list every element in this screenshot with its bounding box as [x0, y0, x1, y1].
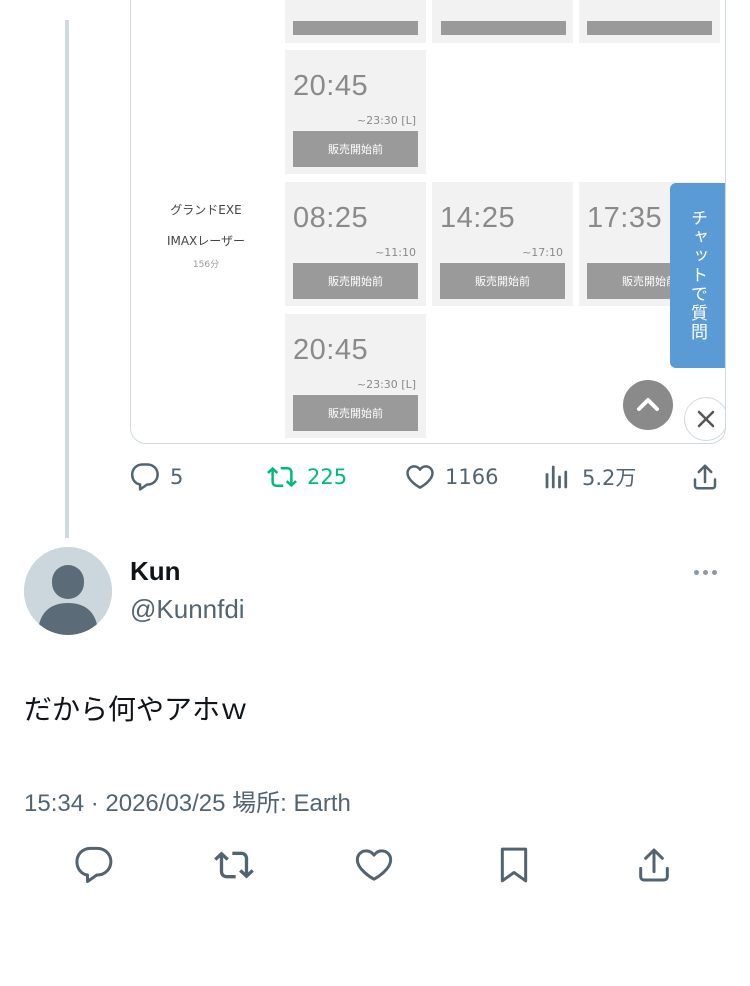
tweet-action-bar: 5 225 1166 5.2万: [130, 462, 724, 494]
views-button[interactable]: 5.2万: [542, 462, 636, 492]
user-handle[interactable]: @Kunnfdi: [130, 594, 245, 625]
share-button[interactable]: [690, 462, 720, 492]
showtime-end: ~11:10: [375, 246, 416, 259]
reply-button[interactable]: 5: [130, 462, 183, 492]
hall-duration: 156分: [192, 260, 220, 270]
views-chart-icon: [545, 465, 568, 489]
avatar[interactable]: [24, 547, 112, 635]
showtime-end: ~23:30 [L]: [356, 378, 416, 391]
sale-status-button[interactable]: 販売開始前: [293, 131, 418, 167]
views-count: 5.2万: [582, 466, 637, 490]
schedule-button-partial: [587, 21, 712, 35]
schedule-button-partial: [441, 21, 566, 35]
retweet-icon: [267, 466, 297, 488]
retweet-button[interactable]: [211, 842, 257, 888]
thread-connector-line: [65, 20, 69, 538]
heart-icon: [406, 465, 434, 489]
retweet-count: 225: [307, 465, 348, 489]
showtime-cell[interactable]: 20:45 ~23:30 [L] 販売開始前: [285, 314, 426, 438]
sale-status-button[interactable]: 販売開始前: [440, 263, 565, 299]
reply-count: 5: [170, 465, 184, 489]
retweet-button[interactable]: 225: [267, 462, 347, 492]
sale-status-button[interactable]: 販売開始前: [293, 395, 418, 431]
bookmark-button[interactable]: [491, 842, 537, 888]
embedded-image[interactable]: 20:45 ~23:30 [L] 販売開始前 グランドEXE IMAXレーザー …: [130, 0, 726, 444]
share-icon: [639, 848, 669, 882]
showtime-start: 17:35: [587, 202, 663, 234]
showtime-cell[interactable]: 08:25 ~11:10 販売開始前: [285, 182, 426, 306]
showtime-start: 08:25: [293, 202, 369, 234]
hall-format: IMAXレーザー: [166, 234, 246, 248]
tweet-text: だから何やアホｗ: [24, 693, 249, 726]
share-icon: [693, 464, 717, 490]
hall-name: グランドEXE: [170, 203, 242, 217]
detail-action-bar: [0, 842, 750, 888]
chat-tab[interactable]: チャットで質問: [670, 183, 725, 368]
like-button[interactable]: [351, 842, 397, 888]
like-count: 1166: [445, 465, 499, 489]
showtime-start: 14:25: [440, 202, 516, 234]
more-options-icon[interactable]: [694, 566, 722, 578]
like-button[interactable]: 1166: [405, 462, 498, 492]
reply-icon: [75, 846, 113, 883]
heart-icon: [355, 849, 393, 881]
tweet-meta: 15:34 · 2026/03/25 場所: Earth: [24, 790, 351, 817]
showtime-cell[interactable]: 20:45 ~23:30 [L] 販売開始前: [285, 50, 426, 174]
chevron-up-icon[interactable]: [623, 380, 673, 430]
reply-button[interactable]: [71, 842, 117, 888]
share-button[interactable]: [631, 842, 677, 888]
bookmark-icon: [500, 847, 528, 883]
sale-status-button[interactable]: 販売開始前: [293, 263, 418, 299]
close-icon[interactable]: [684, 397, 725, 441]
showtime-start: 20:45: [293, 334, 369, 366]
retweet-icon: [214, 851, 254, 879]
showtime-cell[interactable]: 14:25 ~17:10 販売開始前: [432, 182, 573, 306]
showtime-end: ~17:10: [522, 246, 563, 259]
display-name[interactable]: Kun: [130, 556, 181, 587]
showtime-start: 20:45: [293, 70, 369, 102]
reply-icon: [130, 463, 159, 491]
default-avatar-icon: [24, 547, 112, 635]
showtime-end: ~23:30 [L]: [356, 114, 416, 127]
schedule-button-partial: [293, 21, 418, 35]
